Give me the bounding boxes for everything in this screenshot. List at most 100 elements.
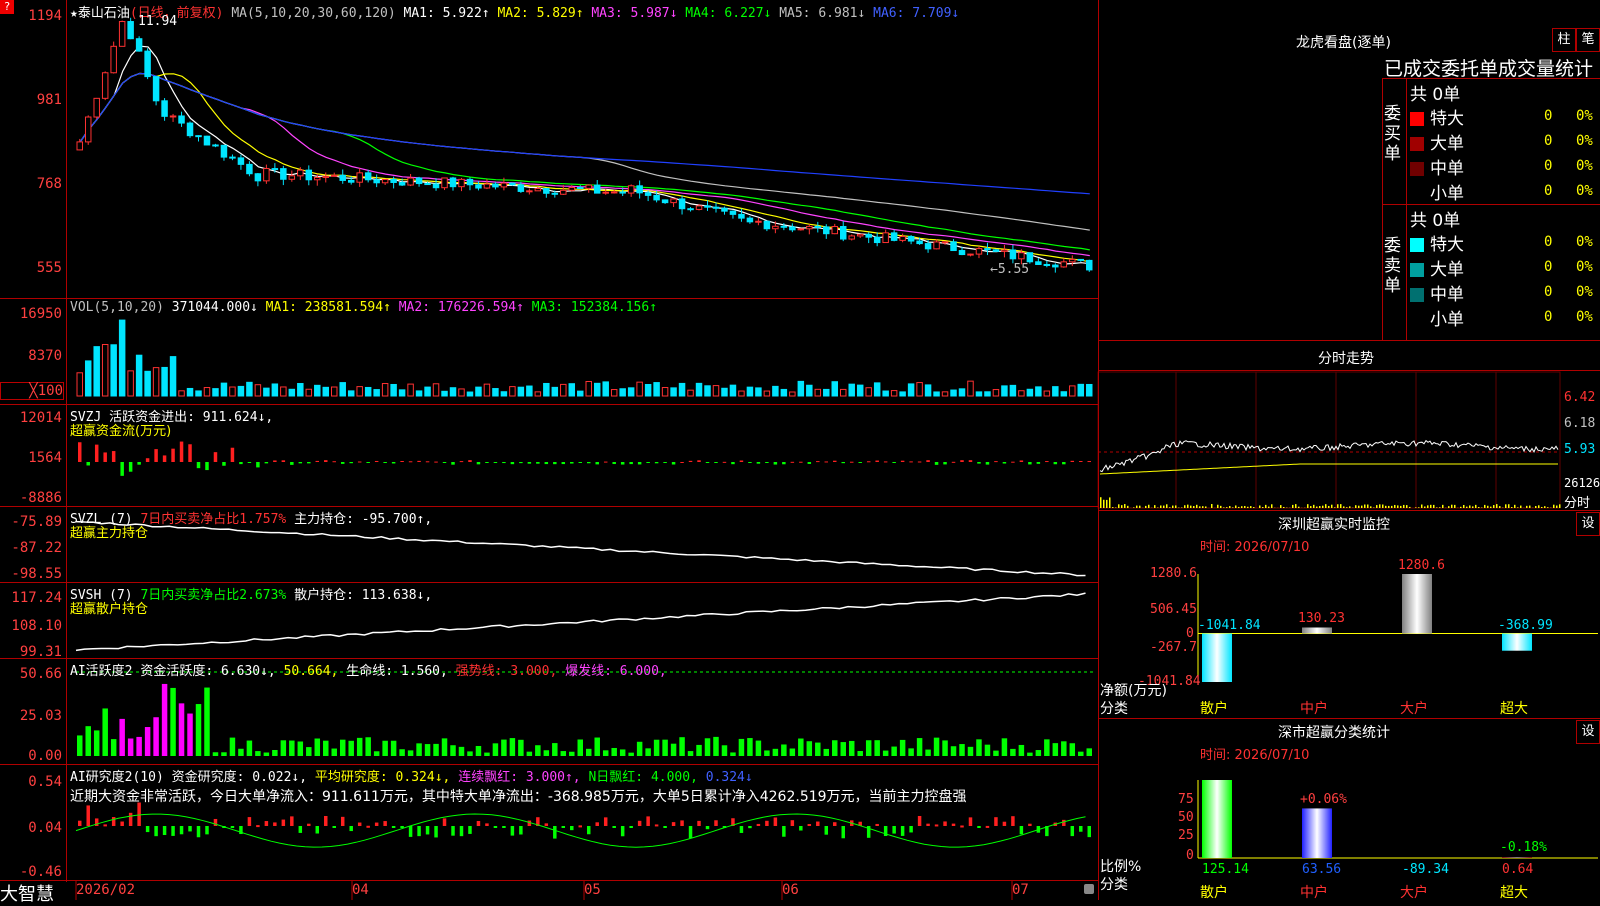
research-bar [1003,822,1006,826]
volume-bar [739,391,744,396]
candle-body [255,174,260,181]
research-bar [511,826,514,836]
volume-bar [298,384,303,396]
divider [1098,370,1600,371]
intraday-vol-bar [1298,507,1300,508]
x-tick: 07 [1012,882,1029,898]
volume-bar [857,385,862,396]
candle-body [94,98,99,117]
intraday-vol-bar [1499,506,1501,508]
volume-bar [510,387,515,396]
sz-bar [1502,634,1532,651]
volume-bar [467,392,472,396]
sell-row: 特大 [1410,230,1464,255]
research-bar [629,826,632,828]
intraday-vol-bar [1508,504,1510,508]
intraday-vol-bar [1430,505,1432,508]
research-bar [1071,826,1074,836]
candle-body [306,170,311,180]
volume-bar [578,391,583,396]
activity-bar [238,749,243,756]
intraday-vol-bar [1145,506,1147,508]
flow-bar [434,462,437,463]
flow-bar [316,461,319,462]
chart-canvas[interactable] [0,0,1600,900]
intraday-vol-bar [1313,505,1315,508]
volume-bar [213,389,218,396]
flow-bar [570,462,573,464]
volume-bar [866,388,871,396]
research-bar [1062,820,1065,826]
activity-bar [900,740,905,756]
intraday-tick: 5.93 [1564,442,1595,457]
research-bar [816,822,819,826]
research-bar [103,824,106,826]
intraday-vol-bar [1319,506,1321,508]
price-tick: 768 [0,176,62,192]
activity-bar [569,752,574,756]
flow-bar [1079,461,1082,462]
volume-bar [281,387,286,396]
volume-bar [399,390,404,396]
research-bar [137,802,140,826]
research-bar [1011,816,1014,826]
lock-icon[interactable] [1084,884,1094,894]
research-bar [460,826,463,836]
flow-bar [273,460,276,462]
ma-line [80,46,1090,264]
bar-view-button[interactable]: 柱 [1552,28,1576,52]
volume-bar [951,390,956,396]
intraday-frame [1098,372,1560,508]
intraday-vol-bar [1337,504,1339,508]
candle-body [1027,253,1032,262]
flow-bar [714,462,717,463]
sell-row-count: 0 [1544,284,1552,300]
flow-bar [545,462,548,464]
stock-name[interactable]: ★泰山石油 [70,6,130,21]
flow-bar [892,462,895,463]
flow-bar [409,461,412,462]
flow-bar [222,462,225,466]
svzl-hold: 主力持仓: -95.700↑, [294,512,432,527]
intraday-vol-bar [1154,505,1156,508]
candle-body [179,116,184,123]
candle-body [790,227,795,230]
activity-bar [332,749,337,756]
buy-total: 共 0单 [1410,80,1460,105]
buy-row-pct: 0% [1576,183,1593,199]
candle-body [230,157,235,158]
intraday-vol-bar [1160,505,1162,508]
research-bar [842,826,845,838]
brand-logo[interactable]: 大智慧 [0,880,54,906]
volume-bar [476,387,481,396]
research-bar [197,826,200,837]
ma-header: ★泰山石油(日线，前复权) MA(5,10,20,30,60,120) MA1:… [70,2,959,21]
flow-bar [909,461,912,462]
sz-monitor-settings-button[interactable]: 设 [1576,512,1600,536]
candle-body [1078,259,1083,260]
candle-body [119,22,124,47]
volume-bar [1036,387,1041,396]
divider [1382,78,1383,340]
volume-bar [442,391,447,396]
sz-class-settings-button[interactable]: 设 [1576,720,1600,744]
vol-unit-tick: ╳100 [0,382,64,400]
activity-bar [119,719,124,756]
intraday-vol-bar [1448,506,1450,508]
flow-bar [528,462,531,464]
tick-view-button[interactable]: 笔 [1576,28,1600,52]
research-bar [426,826,429,834]
volume-bar [128,371,133,396]
candle-body [883,233,888,243]
volume-bar [264,388,269,396]
svzj-tick: 1564 [0,450,62,466]
activity-bar [298,741,303,756]
research-bar [833,822,836,826]
ma-label: MA(5,10,20,30,60,120) [231,6,395,21]
candle-body [323,176,328,177]
intraday-vol-bar [1355,505,1357,508]
flow-bar [1062,462,1065,464]
candle-body [298,170,303,176]
ai2-tick: -0.46 [0,864,62,880]
candle-body [416,178,421,184]
